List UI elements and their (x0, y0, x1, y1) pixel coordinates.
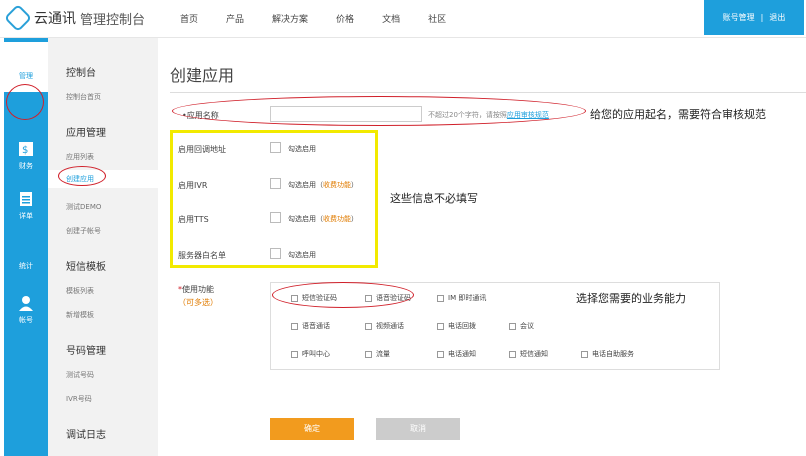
checkbox[interactable] (437, 322, 444, 330)
checkbox[interactable] (581, 350, 588, 358)
confirm-button[interactable]: 确定 (270, 418, 354, 440)
logo-subtitle: 管理控制台 (80, 12, 146, 28)
func-im[interactable]: IM 即时通讯 (437, 293, 486, 303)
annotation-func-note: 选择您需要的业务能力 (576, 292, 686, 305)
checkbox[interactable] (509, 322, 516, 330)
highlight-rect-optional (170, 130, 378, 268)
nav-pricing[interactable]: 价格 (336, 12, 354, 25)
func-call-center[interactable]: 呼叫中心 (291, 349, 330, 359)
logout-link[interactable]: 退出 (769, 12, 785, 23)
iconbar-label: 财务 (19, 162, 33, 170)
svg-text:$: $ (22, 145, 28, 156)
sidebar-item-template-list[interactable]: 模板列表 (66, 286, 94, 296)
highlight-oval-manage (6, 84, 44, 120)
func-video-call[interactable]: 视频通话 (365, 321, 404, 331)
func-sms-notify[interactable]: 短信通知 (509, 349, 548, 359)
account-link[interactable]: 账号管理 (723, 12, 755, 23)
highlight-oval-codes (272, 282, 414, 308)
account-bar: 账号管理 | 退出 (704, 0, 804, 35)
annotation-optional-note: 这些信息不必填写 (390, 192, 478, 205)
func-phone-notify[interactable]: 电话通知 (437, 349, 476, 359)
func-label: IM 即时通讯 (448, 294, 487, 302)
highlight-oval-create-app (58, 166, 106, 186)
sidebar-item-new-template[interactable]: 新增模板 (66, 310, 94, 320)
func-label: 短信通知 (520, 350, 548, 358)
checkbox[interactable] (509, 350, 516, 358)
func-callback[interactable]: 电话回拨 (437, 321, 476, 331)
iconbar-item-account[interactable]: 帐号 (4, 286, 48, 336)
checkbox[interactable] (437, 350, 444, 358)
nav-products[interactable]: 产品 (226, 12, 244, 25)
sidebar-heading-console: 控制台 (66, 68, 96, 79)
sidebar-heading-apps: 应用管理 (66, 128, 106, 139)
sidebar-heading-sms: 短信模板 (66, 262, 106, 273)
nav-home[interactable]: 首页 (180, 12, 198, 25)
func-label: 语音通话 (302, 322, 330, 330)
func-label: 电话回拨 (448, 322, 476, 330)
sidebar-item-test-numbers[interactable]: 测试号码 (66, 370, 94, 380)
sidebar-item-test-demo[interactable]: 测试DEMO (66, 202, 101, 212)
logo[interactable]: 云通讯 管理控制台 (3, 3, 146, 33)
func-label: 流量 (376, 350, 390, 358)
logo-icon (3, 3, 33, 33)
func-ivr-self-service[interactable]: 电话自助服务 (581, 349, 634, 359)
annotation-name-note: 给您的应用起名，需要符合审核规范 (590, 108, 766, 121)
func-conference[interactable]: 会议 (509, 321, 534, 331)
sidebar-heading-numbers: 号码管理 (66, 346, 106, 357)
iconbar-label: 管理 (19, 72, 33, 80)
func-traffic[interactable]: 流量 (365, 349, 390, 359)
detail-icon (20, 192, 32, 206)
page-title: 创建应用 (170, 66, 235, 85)
multi-select-note: （可多选） (178, 298, 218, 307)
finance-icon: $ (19, 142, 33, 156)
stats-icon (17, 240, 35, 258)
func-label: 呼叫中心 (302, 350, 330, 358)
iconbar-label: 统计 (19, 262, 33, 270)
user-icon (19, 296, 33, 311)
sidebar: 控制台 控制台首页 应用管理 应用列表 创建应用 测试DEMO 创建子帐号 短信… (48, 38, 158, 456)
logo-name: 云通讯 (34, 11, 76, 27)
iconbar-item-stats[interactable]: 统计 (4, 232, 48, 282)
checkbox[interactable] (365, 322, 372, 330)
nav-solutions[interactable]: 解决方案 (272, 12, 308, 25)
highlight-oval-app-name (172, 96, 586, 126)
sidebar-item-console-home[interactable]: 控制台首页 (66, 92, 101, 102)
checkbox[interactable] (291, 322, 298, 330)
checkbox[interactable] (365, 350, 372, 358)
func-label: 会议 (520, 322, 534, 330)
checkbox[interactable] (437, 294, 444, 302)
account-divider: | (760, 13, 764, 22)
sidebar-item-app-list[interactable]: 应用列表 (66, 152, 94, 162)
title-divider (170, 92, 806, 93)
sidebar-item-create-subaccount[interactable]: 创建子帐号 (66, 226, 101, 236)
iconbar-label: 详单 (19, 212, 33, 220)
nav-docs[interactable]: 文档 (382, 12, 400, 25)
top-nav: 首页 产品 解决方案 价格 文档 社区 (180, 12, 474, 25)
func-label-text: 使用功能 (182, 285, 214, 294)
sidebar-item-ivr-numbers[interactable]: IVR号码 (66, 394, 92, 404)
func-label: 电话自助服务 (592, 350, 634, 358)
iconbar-item-finance[interactable]: $ 财务 (4, 132, 48, 182)
grid-icon (17, 50, 35, 68)
checkbox[interactable] (291, 350, 298, 358)
func-label: 视频通话 (376, 322, 404, 330)
iconbar-item-detail[interactable]: 详单 (4, 182, 48, 232)
func-voice-call[interactable]: 语音通话 (291, 321, 330, 331)
func-label: *使用功能 (178, 284, 214, 295)
top-bar: 云通讯 管理控制台 首页 产品 解决方案 价格 文档 社区 账号管理 | 退出 (0, 0, 806, 38)
iconbar-label: 帐号 (19, 316, 33, 324)
func-label: 电话通知 (448, 350, 476, 358)
sidebar-heading-debug-log[interactable]: 调试日志 (66, 426, 106, 441)
cancel-button[interactable]: 取消 (376, 418, 460, 440)
nav-community[interactable]: 社区 (428, 12, 446, 25)
